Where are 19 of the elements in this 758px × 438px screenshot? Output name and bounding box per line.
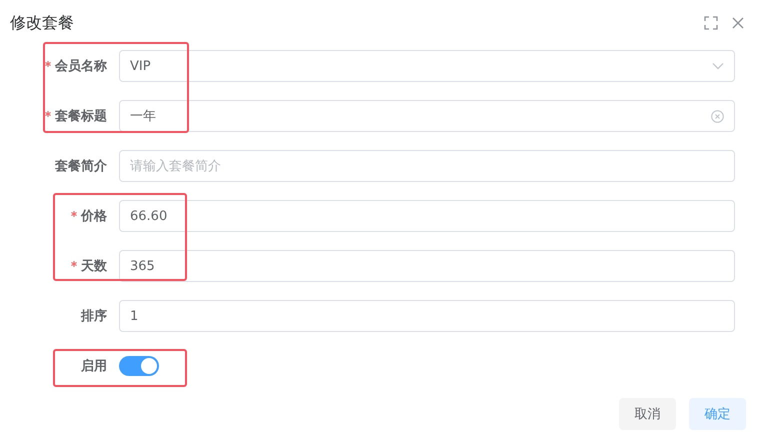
field-label: 套餐简介 bbox=[55, 158, 107, 175]
field-label: 排序 bbox=[81, 308, 107, 325]
field-label: 会员名称 bbox=[55, 58, 107, 75]
fullscreen-icon[interactable] bbox=[704, 16, 718, 30]
input-field[interactable]: 1 bbox=[119, 300, 735, 332]
input-field[interactable]: 365 bbox=[119, 250, 735, 282]
field-label: 启用 bbox=[81, 358, 107, 375]
select-field[interactable]: VIP bbox=[119, 50, 735, 82]
dialog-title: 修改套餐 bbox=[10, 12, 75, 34]
input-field[interactable]: 一年 bbox=[119, 100, 735, 132]
field-label: 套餐标题 bbox=[55, 108, 107, 125]
chevron-down-icon bbox=[712, 62, 724, 70]
input-field[interactable]: 66.60 bbox=[119, 200, 735, 232]
clear-icon[interactable] bbox=[711, 110, 724, 122]
toggle-switch[interactable] bbox=[119, 356, 159, 376]
field-label: 天数 bbox=[81, 258, 107, 275]
close-icon[interactable] bbox=[732, 17, 744, 29]
field-label: 价格 bbox=[81, 208, 107, 225]
cancel-button[interactable]: 取消 bbox=[619, 398, 676, 430]
